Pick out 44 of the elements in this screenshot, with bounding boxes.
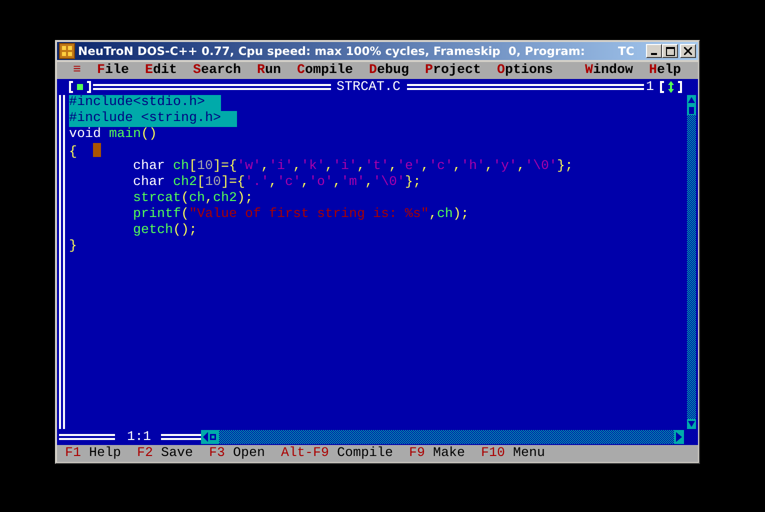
code-line: char ch[10]={'w','i','k','i','t','e','c','h','y','\0'}; bbox=[132, 159, 573, 175]
menu-item[interactable]: Help bbox=[649, 63, 681, 78]
scroll-thumb-icon[interactable] bbox=[687, 105, 696, 115]
scroll-left-icon[interactable] bbox=[201, 430, 219, 444]
scroll-right-icon[interactable] bbox=[674, 430, 684, 444]
maximize-button[interactable] bbox=[662, 44, 678, 58]
menu-item[interactable]: Debug bbox=[369, 63, 409, 78]
horizontal-scrollbar[interactable] bbox=[201, 430, 684, 444]
code-line: printf("Value of first string is: %s",ch); bbox=[132, 207, 469, 223]
shortcut-hint[interactable]: F1 Help bbox=[65, 446, 121, 461]
menu-item[interactable]: Options bbox=[497, 63, 553, 78]
program-name: TC bbox=[618, 44, 634, 58]
window-number: 1 bbox=[646, 80, 654, 94]
code-line: } bbox=[69, 239, 77, 255]
menu-item[interactable]: Window bbox=[585, 63, 633, 78]
cursor-position: 1:1 bbox=[127, 430, 151, 444]
code-line: void main() bbox=[69, 127, 157, 143]
close-box-icon[interactable] bbox=[69, 80, 91, 94]
shortcut-hint[interactable]: Alt-F9 Compile bbox=[281, 446, 393, 461]
file-name: STRCAT.C bbox=[336, 80, 400, 94]
shortcut-hint[interactable]: F9 Make bbox=[409, 446, 465, 461]
scroll-down-icon[interactable] bbox=[687, 419, 696, 429]
close-button[interactable] bbox=[680, 44, 696, 58]
shortcut-hint[interactable]: F10 Menu bbox=[481, 446, 545, 461]
code-line: { bbox=[69, 143, 101, 159]
window-title: NeuTroN DOS-C++ 0.77, Cpu speed: max 100% cycles, Frameskip 0, Program: bbox=[78, 44, 586, 58]
code-line: getch(); bbox=[132, 223, 197, 239]
shortcut-hint[interactable]: F2 Save bbox=[137, 446, 193, 461]
dosbox-logo-icon bbox=[59, 43, 75, 59]
minimize-button[interactable] bbox=[646, 44, 662, 58]
menu-item[interactable]: Run bbox=[257, 63, 281, 78]
zoom-box-icon[interactable] bbox=[660, 80, 682, 94]
vertical-scrollbar[interactable] bbox=[687, 95, 696, 429]
code-line: strcat(ch,ch2); bbox=[132, 191, 253, 207]
scroll-up-icon[interactable] bbox=[687, 95, 696, 105]
menu-item[interactable]: Edit bbox=[145, 63, 177, 78]
code-line: char ch2[10]={'.','c','o','m','\0'}; bbox=[132, 175, 421, 191]
menu-item[interactable]: Compile bbox=[297, 63, 353, 78]
menu-item[interactable]: File bbox=[97, 63, 129, 78]
close-icon bbox=[684, 47, 692, 55]
maximize-icon bbox=[666, 46, 674, 56]
menu-item[interactable]: Project bbox=[425, 63, 481, 78]
menu-item[interactable]: Search bbox=[193, 63, 241, 78]
shortcut-hint[interactable]: F3 Open bbox=[209, 446, 265, 461]
